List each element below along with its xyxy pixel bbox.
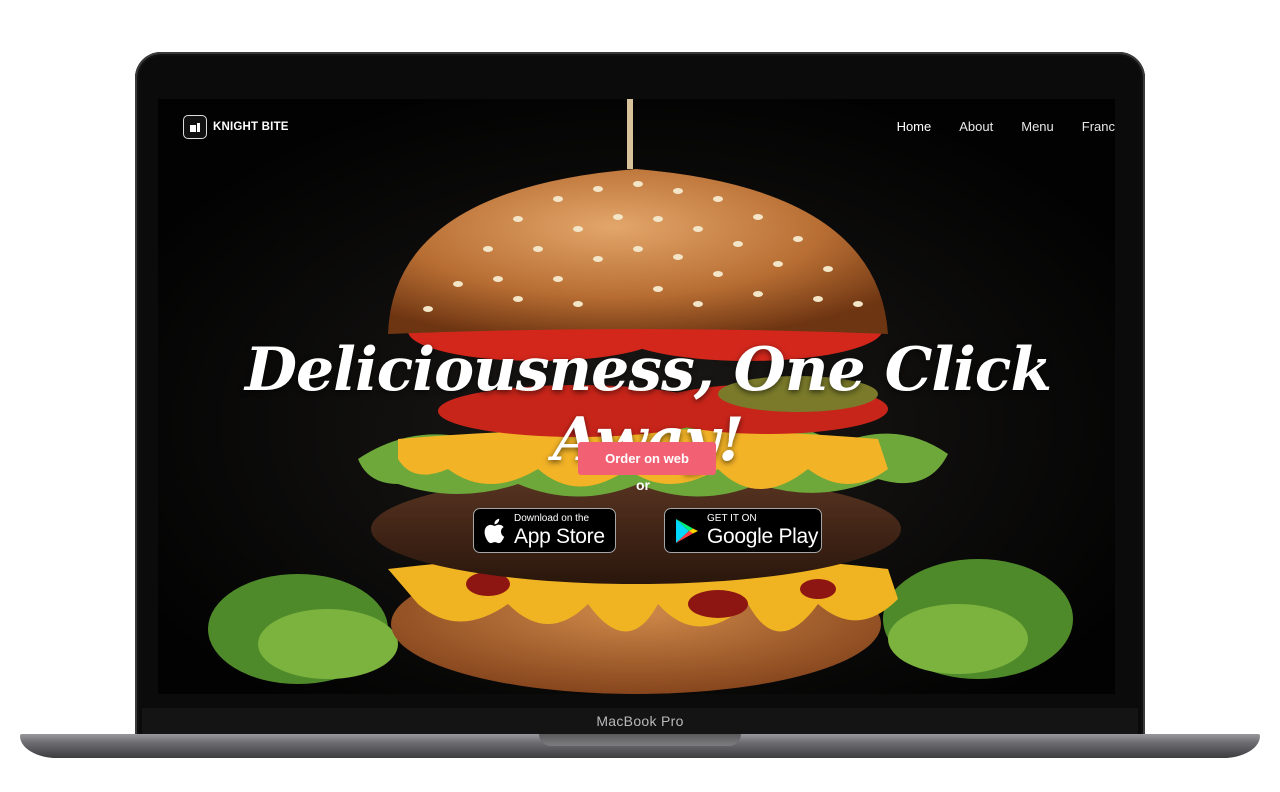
- site-logo[interactable]: KNIGHT BITE: [183, 115, 289, 139]
- apple-icon: [484, 518, 505, 543]
- nav-link-about[interactable]: About: [959, 119, 993, 134]
- laptop-notch: [539, 734, 741, 746]
- nav-link-franchise[interactable]: Franc: [1082, 119, 1115, 134]
- app-store-button[interactable]: Download on the App Store: [473, 508, 616, 553]
- device-label: MacBook Pro: [596, 713, 684, 729]
- browser-screen: KNIGHT BITE Home About Menu Franc Delici…: [158, 99, 1115, 694]
- brand-name: KNIGHT BITE: [213, 121, 289, 133]
- order-on-web-button[interactable]: Order on web: [578, 442, 716, 475]
- nav-link-home[interactable]: Home: [897, 119, 932, 134]
- google-play-icon: [676, 518, 698, 543]
- main-nav: Home About Menu Franc: [869, 119, 1115, 134]
- laptop-chin: MacBook Pro: [142, 708, 1138, 734]
- google-play-button[interactable]: GET IT ON Google Play: [664, 508, 822, 553]
- or-separator: or: [636, 477, 650, 493]
- google-play-small-text: GET IT ON: [707, 513, 757, 524]
- burger-logo-icon: [183, 115, 207, 139]
- app-store-small-text: Download on the: [514, 513, 590, 524]
- app-store-big-text: App Store: [514, 525, 605, 548]
- nav-link-menu[interactable]: Menu: [1021, 119, 1054, 134]
- site-header: KNIGHT BITE Home About Menu Franc: [158, 99, 1115, 155]
- google-play-big-text: Google Play: [707, 525, 819, 548]
